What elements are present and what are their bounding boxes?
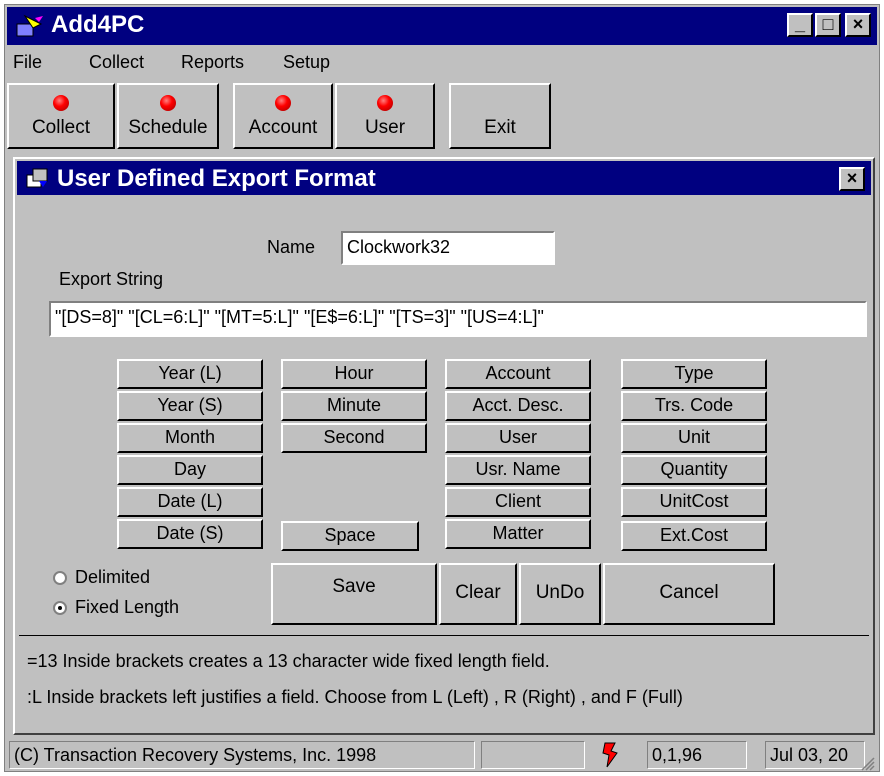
field-account-button[interactable]: Account <box>445 359 591 389</box>
cancel-button[interactable]: Cancel <box>603 563 775 625</box>
field-usr-name-button[interactable]: Usr. Name <box>445 455 591 485</box>
field-trs-code-button[interactable]: Trs. Code <box>621 391 767 421</box>
maximize-button[interactable]: □ <box>815 13 841 37</box>
help-text-justify: :L Inside brackets left justifies a fiel… <box>27 687 683 707</box>
status-copyright: (C) Transaction Recovery Systems, Inc. 1… <box>9 741 475 769</box>
menu-reports[interactable]: Reports <box>181 52 244 73</box>
menu-setup[interactable]: Setup <box>283 52 330 73</box>
red-led-icon <box>377 95 393 111</box>
field-month-button[interactable]: Month <box>117 423 263 453</box>
status-empty-pane <box>481 741 585 769</box>
close-button[interactable]: × <box>845 13 871 37</box>
status-bar: (C) Transaction Recovery Systems, Inc. 1… <box>9 739 875 771</box>
toolbar-label: Exit <box>484 117 516 138</box>
resize-grip-icon[interactable] <box>859 755 875 771</box>
app-icon <box>16 14 43 37</box>
red-led-icon <box>160 95 176 111</box>
delimited-label: Delimited <box>75 567 151 587</box>
export-string-label: Export String <box>59 269 164 289</box>
dialog-close-button[interactable]: × <box>839 167 865 191</box>
field-type-button[interactable]: Type <box>621 359 767 389</box>
toolbar-exit-button[interactable]: Exit <box>449 83 551 149</box>
field-quantity-button[interactable]: Quantity <box>621 455 767 485</box>
red-led-icon <box>275 95 291 111</box>
menu-bar: File Collect Reports Setup <box>7 47 877 77</box>
fixed-length-radio[interactable] <box>53 601 67 615</box>
toolbar-account-button[interactable]: Account <box>233 83 333 149</box>
field-client-button[interactable]: Client <box>445 487 591 517</box>
field-matter-button[interactable]: Matter <box>445 519 591 549</box>
minimize-button[interactable]: _ <box>787 13 813 37</box>
field-minute-button[interactable]: Minute <box>281 391 427 421</box>
dialog-title: User Defined Export Format <box>57 165 376 192</box>
field-day-button[interactable]: Day <box>117 455 263 485</box>
field-user-button[interactable]: User <box>445 423 591 453</box>
field-extcost-button[interactable]: Ext.Cost <box>621 521 767 551</box>
field-date-short-button[interactable]: Date (S) <box>117 519 263 549</box>
menu-collect[interactable]: Collect <box>89 52 144 73</box>
field-year-long-button[interactable]: Year (L) <box>117 359 263 389</box>
export-format-dialog: User Defined Export Format × Name Clockw… <box>13 157 875 735</box>
toolbar-label: Collect <box>31 117 91 138</box>
delimited-radio[interactable] <box>53 571 67 585</box>
save-button[interactable]: Save <box>271 563 437 625</box>
fixed-length-label: Fixed Length <box>75 597 180 617</box>
name-input[interactable]: Clockwork32 <box>341 231 555 265</box>
app-title: Add4PC <box>51 11 145 38</box>
activity-indicator-icon <box>602 742 618 768</box>
main-window: Add4PC _ □ × File Collect Reports Setup … <box>4 4 880 772</box>
field-acct-desc-button[interactable]: Acct. Desc. <box>445 391 591 421</box>
clear-button[interactable]: Clear <box>439 563 517 625</box>
toolbar-label: Account <box>248 117 318 138</box>
field-year-short-button[interactable]: Year (S) <box>117 391 263 421</box>
field-second-button[interactable]: Second <box>281 423 427 453</box>
field-space-button[interactable]: Space <box>281 521 419 551</box>
dialog-title-bar: User Defined Export Format × <box>17 161 871 195</box>
name-label: Name <box>267 237 316 257</box>
field-date-long-button[interactable]: Date (L) <box>117 487 263 517</box>
toolbar-user-button[interactable]: User <box>335 83 435 149</box>
separator <box>19 635 869 636</box>
field-hour-button[interactable]: Hour <box>281 359 427 389</box>
toolbar-collect-button[interactable]: Collect <box>7 83 115 149</box>
field-unitcost-button[interactable]: UnitCost <box>621 487 767 517</box>
title-bar: Add4PC _ □ × <box>7 7 877 45</box>
dialog-icon <box>26 168 48 188</box>
undo-button[interactable]: UnDo <box>519 563 601 625</box>
status-date: Jul 03, 20 <box>765 741 865 769</box>
status-version: 0,1,96 <box>647 741 747 769</box>
help-text-width: =13 Inside brackets creates a 13 charact… <box>27 651 550 671</box>
toolbar-label: User <box>364 117 406 138</box>
toolbar-label: Schedule <box>128 117 208 138</box>
field-unit-button[interactable]: Unit <box>621 423 767 453</box>
toolbar-schedule-button[interactable]: Schedule <box>117 83 219 149</box>
menu-file[interactable]: File <box>13 52 42 73</box>
export-string-input[interactable]: "[DS=8]" "[CL=6:L]" "[MT=5:L]" "[E$=6:L]… <box>49 301 867 337</box>
red-led-icon <box>53 95 69 111</box>
